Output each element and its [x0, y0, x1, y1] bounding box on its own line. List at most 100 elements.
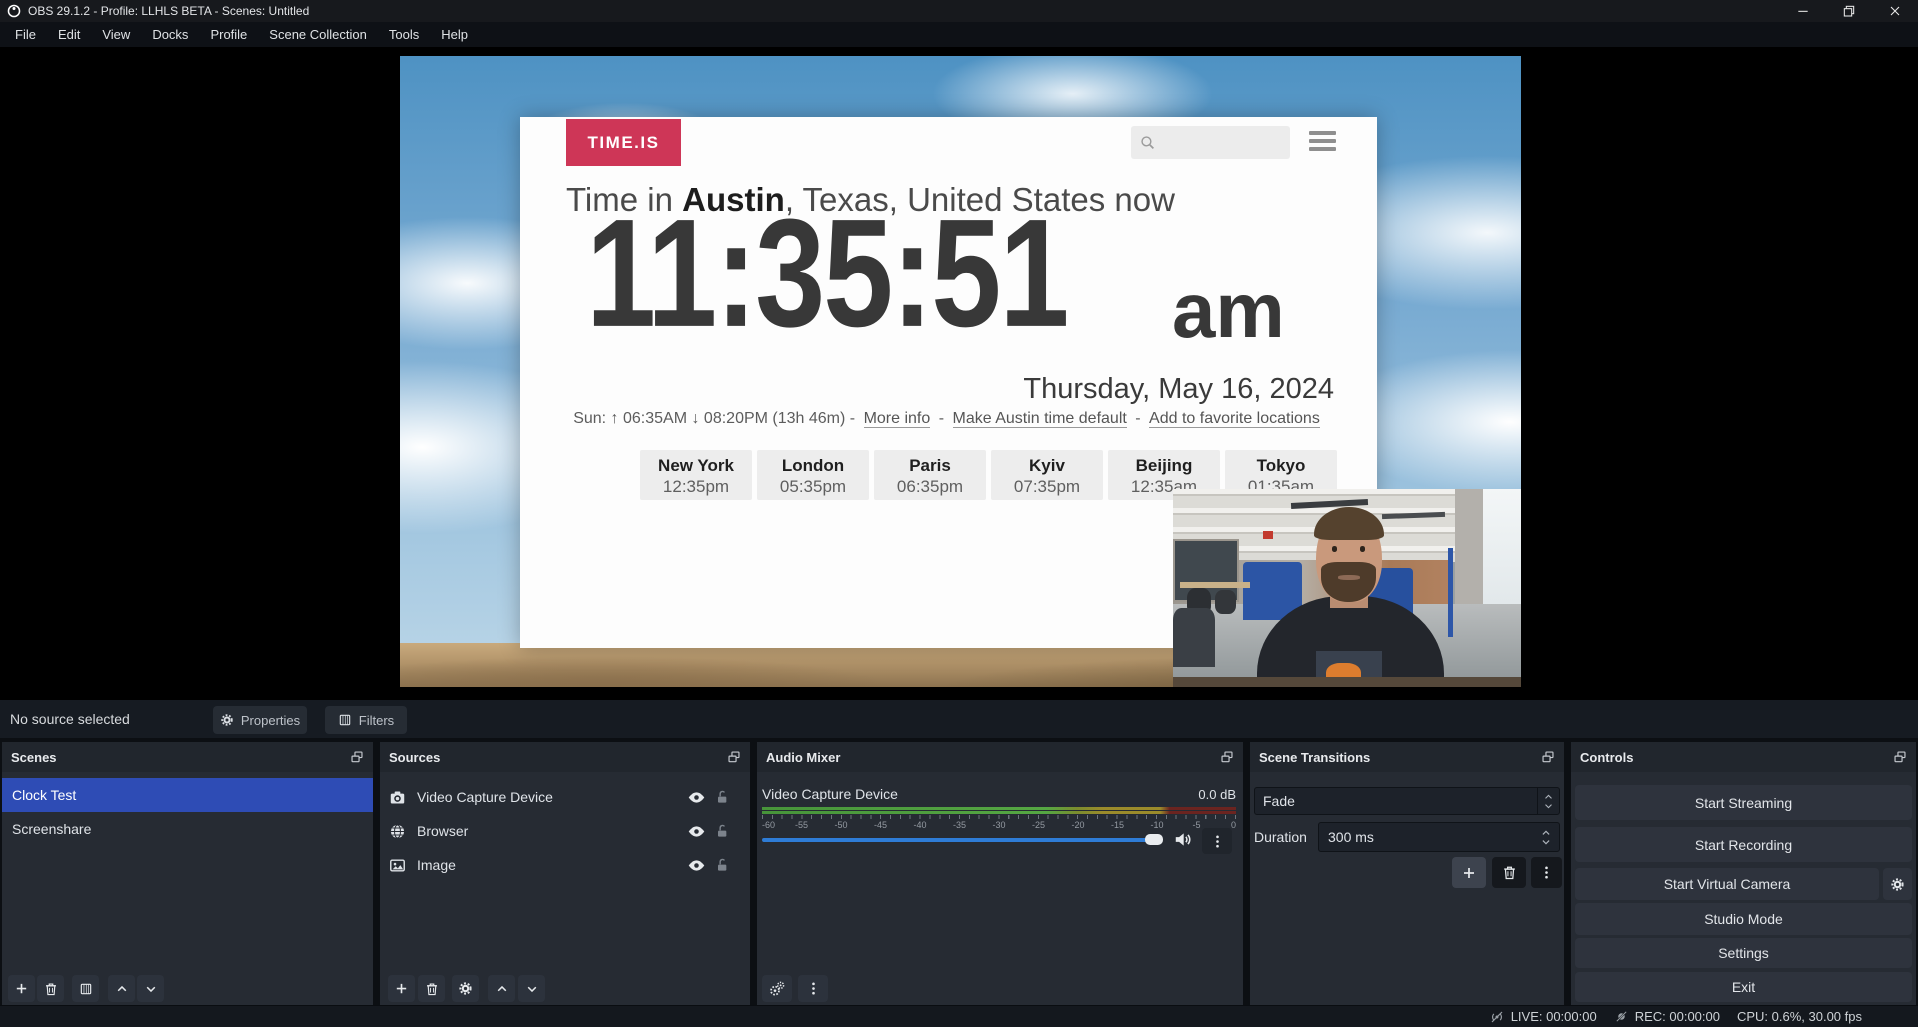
- webcam-person-eye: [1360, 546, 1366, 551]
- scale-label: -40: [913, 820, 926, 830]
- scale-label: -50: [834, 820, 847, 830]
- menu-docks[interactable]: Docks: [141, 22, 199, 47]
- scene-transitions-title: Scene Transitions: [1259, 750, 1370, 765]
- obs-logo-icon: [7, 4, 21, 18]
- stream-inactive-icon: [1489, 1009, 1505, 1025]
- city-time: 07:35pm: [991, 477, 1103, 497]
- more-info-link: More info: [864, 410, 931, 428]
- webcam-person-mouth: [1338, 575, 1360, 580]
- city-box: New York12:35pm: [640, 450, 752, 500]
- source-item-video-capture[interactable]: Video Capture Device: [380, 780, 750, 814]
- source-item-browser[interactable]: Browser: [380, 814, 750, 848]
- virtual-camera-settings-button[interactable]: [1883, 868, 1912, 900]
- duration-spinbox[interactable]: 300 ms: [1318, 822, 1560, 852]
- dock-area: Scenes Clock Test Screenshare Sources: [0, 738, 1918, 1005]
- remove-transition-button[interactable]: [1492, 857, 1526, 888]
- scale-label: -10: [1150, 820, 1163, 830]
- menu-file[interactable]: File: [4, 22, 47, 47]
- source-down-button[interactable]: [518, 975, 545, 1002]
- add-transition-button[interactable]: [1452, 857, 1486, 888]
- city-name: Beijing: [1108, 455, 1220, 477]
- lock-icon[interactable]: [714, 789, 730, 805]
- close-button[interactable]: [1872, 0, 1918, 22]
- start-recording-button[interactable]: Start Recording: [1575, 827, 1912, 862]
- preview-canvas: TIME.IS Time in Austin, Texas, United St…: [0, 47, 1918, 700]
- city-name: New York: [640, 455, 752, 477]
- visibility-eye-icon[interactable]: [687, 822, 706, 841]
- scale-label: -45: [874, 820, 887, 830]
- transition-menu-button[interactable]: [1531, 857, 1562, 888]
- timeis-sun-info: Sun: ↑ 06:35AM ↓ 08:20PM (13h 46m) - Mor…: [550, 410, 1347, 428]
- source-properties-button[interactable]: [452, 975, 479, 1002]
- popout-icon[interactable]: [1893, 750, 1907, 764]
- scene-filters-button[interactable]: [72, 975, 99, 1002]
- mixer-channel-name: Video Capture Device: [762, 786, 898, 802]
- city-name: London: [757, 455, 869, 477]
- city-name: Tokyo: [1225, 455, 1337, 477]
- camera-icon: [389, 789, 406, 806]
- source-toolbar: No source selected Properties Filters: [0, 700, 1918, 738]
- popout-icon[interactable]: [1220, 750, 1234, 764]
- transition-select[interactable]: Fade: [1254, 787, 1560, 815]
- controls-panel: Controls Start Streaming Start Recording…: [1571, 742, 1916, 1005]
- settings-button[interactable]: Settings: [1575, 938, 1912, 968]
- no-source-status: No source selected: [10, 700, 130, 738]
- menu-tools[interactable]: Tools: [378, 22, 430, 47]
- volume-slider-track[interactable]: [762, 838, 1151, 842]
- popout-icon[interactable]: [727, 750, 741, 764]
- scale-label: -30: [992, 820, 1005, 830]
- remove-scene-button[interactable]: [37, 975, 64, 1002]
- minimize-button[interactable]: [1780, 0, 1826, 22]
- scale-label: 0: [1231, 820, 1236, 830]
- city-time: 06:35pm: [874, 477, 986, 497]
- menu-profile[interactable]: Profile: [199, 22, 258, 47]
- obs-window: OBS 29.1.2 - Profile: LLHLS BETA - Scene…: [0, 0, 1918, 1027]
- menu-scene-collection[interactable]: Scene Collection: [258, 22, 378, 47]
- cpu-fps: CPU: 0.6%, 30.00 fps: [1737, 1009, 1862, 1024]
- menu-edit[interactable]: Edit: [47, 22, 91, 47]
- transition-select-spinner[interactable]: [1537, 788, 1559, 814]
- mixer-volume-db: 0.0 dB: [1198, 787, 1236, 802]
- scene-down-button[interactable]: [137, 975, 164, 1002]
- source-up-button[interactable]: [488, 975, 515, 1002]
- preview-video[interactable]: TIME.IS Time in Austin, Texas, United St…: [400, 56, 1521, 687]
- advanced-audio-button[interactable]: [762, 975, 792, 1002]
- speaker-icon[interactable]: [1173, 830, 1192, 849]
- menu-bar: File Edit View Docks Profile Scene Colle…: [0, 22, 1918, 47]
- start-streaming-button[interactable]: Start Streaming: [1575, 785, 1912, 820]
- scale-label: -5: [1192, 820, 1200, 830]
- timeis-clock: 11:35:51: [586, 217, 1067, 386]
- scale-label: -55: [795, 820, 808, 830]
- webcam-person-eye: [1332, 546, 1338, 551]
- studio-mode-button[interactable]: Studio Mode: [1575, 903, 1912, 935]
- city-box: Kyiv07:35pm: [991, 450, 1103, 500]
- scenes-title: Scenes: [11, 750, 57, 765]
- add-source-button[interactable]: [388, 975, 415, 1002]
- sources-header: Sources: [380, 742, 750, 772]
- filters-button[interactable]: Filters: [325, 706, 407, 734]
- scene-item-screenshare[interactable]: Screenshare: [2, 812, 373, 846]
- duration-spinner[interactable]: [1538, 823, 1554, 851]
- lock-icon[interactable]: [714, 857, 730, 873]
- menu-help[interactable]: Help: [430, 22, 479, 47]
- lock-icon[interactable]: [714, 823, 730, 839]
- source-item-image[interactable]: Image: [380, 848, 750, 882]
- webcam-overlay: [1173, 489, 1521, 687]
- mixer-menu-button[interactable]: [798, 975, 828, 1002]
- mixer-channel-menu-button[interactable]: [1202, 828, 1232, 854]
- remove-source-button[interactable]: [418, 975, 445, 1002]
- start-virtual-camera-button[interactable]: Start Virtual Camera: [1575, 868, 1879, 900]
- popout-icon[interactable]: [1541, 750, 1555, 764]
- volume-slider-handle[interactable]: [1145, 834, 1163, 845]
- scene-up-button[interactable]: [108, 975, 135, 1002]
- menu-view[interactable]: View: [91, 22, 141, 47]
- properties-button[interactable]: Properties: [213, 706, 307, 734]
- restore-button[interactable]: [1826, 0, 1872, 22]
- scene-item-clock-test[interactable]: Clock Test: [2, 778, 373, 812]
- vu-meter-ticks: [762, 815, 1236, 819]
- exit-button[interactable]: Exit: [1575, 972, 1912, 1002]
- add-scene-button[interactable]: [8, 975, 35, 1002]
- popout-icon[interactable]: [350, 750, 364, 764]
- visibility-eye-icon[interactable]: [687, 856, 706, 875]
- visibility-eye-icon[interactable]: [687, 788, 706, 807]
